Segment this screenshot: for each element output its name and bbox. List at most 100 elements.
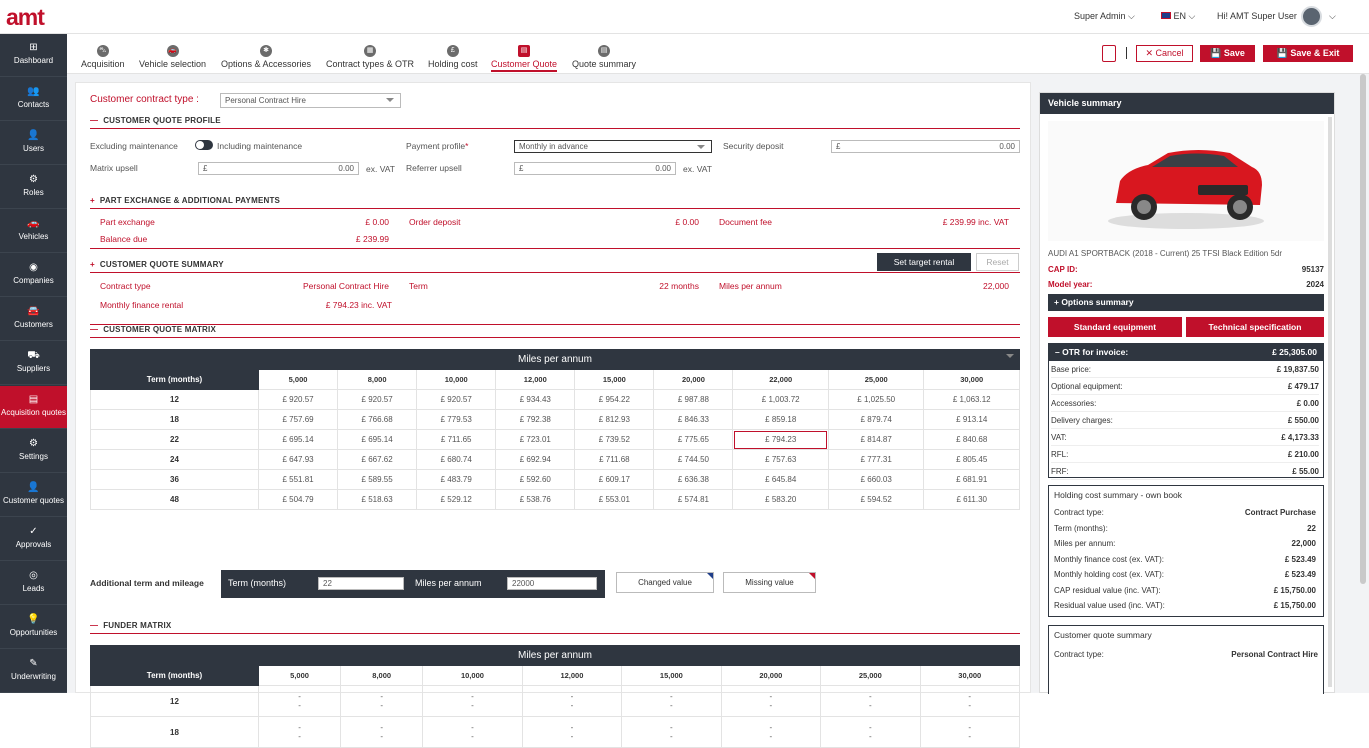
quote-cell[interactable]: £ 611.30: [923, 489, 1020, 510]
quote-cell[interactable]: £ 553.01: [574, 489, 655, 510]
quote-cell[interactable]: £ 1,003.72: [732, 389, 829, 410]
quote-cell[interactable]: £ 934.43: [495, 389, 576, 410]
technical-spec-button[interactable]: Technical specification: [1186, 317, 1324, 337]
sidebar-item-vehicles[interactable]: 🚗 Vehicles: [0, 210, 67, 253]
save-button[interactable]: 💾 Save: [1200, 45, 1255, 62]
sidebar-item-customers[interactable]: 🚘 Customers: [0, 298, 67, 341]
quote-cell[interactable]: £ 589.55: [337, 469, 418, 490]
quote-cell[interactable]: £ 859.18: [732, 409, 829, 430]
sidebar-item-suppliers[interactable]: ⛟ Suppliers: [0, 342, 67, 385]
quote-cell[interactable]: £ 840.68: [923, 429, 1020, 450]
sidebar-item-approvals[interactable]: ✓ Approvals: [0, 518, 67, 561]
sidebar-item-users[interactable]: 👤 Users: [0, 122, 67, 165]
save-exit-button[interactable]: 💾 Save & Exit: [1263, 45, 1353, 62]
quote-cell[interactable]: £ 695.14: [257, 429, 339, 450]
part-exchange-section-header[interactable]: + PART EXCHANGE & ADDITIONAL PAYMENTS: [90, 196, 1020, 209]
add-miles-input[interactable]: 22000: [507, 577, 597, 590]
quote-cell[interactable]: £ 792.38: [495, 409, 576, 430]
funder-section-header[interactable]: — FUNDER MATRIX: [90, 621, 1020, 634]
quote-cell[interactable]: £ 574.81: [653, 489, 734, 510]
reset-button[interactable]: Reset: [976, 253, 1019, 271]
quote-cell[interactable]: £ 681.91: [923, 469, 1020, 490]
quote-cell[interactable]: £ 680.74: [416, 449, 497, 470]
sidebar-item-roles[interactable]: ⚙ Roles: [0, 166, 67, 209]
tab-quote-summary[interactable]: ▤ Quote summary: [572, 45, 636, 69]
quote-cell[interactable]: £ 711.68: [574, 449, 655, 470]
quote-cell[interactable]: £ 529.12: [416, 489, 497, 510]
quote-cell[interactable]: £ 692.94: [495, 449, 576, 470]
sidebar-item-leads[interactable]: ◎ Leads: [0, 562, 67, 605]
quote-cell[interactable]: £ 757.63: [732, 449, 829, 470]
sidebar-item-settings[interactable]: ⚙ Settings: [0, 430, 67, 473]
security-deposit-input[interactable]: £0.00: [831, 140, 1020, 153]
quote-cell[interactable]: £ 583.20: [732, 489, 829, 510]
funder-cell[interactable]: --: [521, 685, 623, 717]
language-dropdown[interactable]: EN ⌵: [1161, 11, 1195, 22]
quote-cell[interactable]: £ 660.03: [827, 469, 925, 490]
funder-cell[interactable]: --: [340, 685, 424, 717]
chevron-down-icon[interactable]: ⌵: [1329, 11, 1336, 22]
quote-cell[interactable]: £ 954.22: [574, 389, 655, 410]
funder-cell[interactable]: --: [521, 716, 623, 748]
quote-cell[interactable]: £ 757.69: [257, 409, 339, 430]
sidebar-item-underwriting[interactable]: ✎ Underwriting: [0, 650, 67, 693]
page-scrollbar[interactable]: [1360, 74, 1366, 584]
quote-cell[interactable]: £ 504.79: [257, 489, 339, 510]
quote-cell[interactable]: £ 913.14: [923, 409, 1020, 430]
tab-contract-types-otr[interactable]: ▦ Contract types & OTR: [326, 45, 414, 69]
funder-cell[interactable]: --: [621, 685, 722, 717]
quote-cell[interactable]: £ 667.62: [337, 449, 418, 470]
tab-holding-cost[interactable]: £ Holding cost: [428, 45, 478, 69]
referrer-upsell-input[interactable]: £0.00: [514, 162, 676, 175]
sidebar-item-companies[interactable]: ◉ Companies: [0, 254, 67, 297]
matrix-upsell-input[interactable]: £0.00: [198, 162, 359, 175]
funder-cell[interactable]: --: [820, 716, 921, 748]
quote-cell[interactable]: £ 766.68: [337, 409, 418, 430]
sidebar-item-acquisition-quotes[interactable]: ▤ Acquisition quotes: [0, 386, 67, 429]
quote-cell[interactable]: £ 920.57: [416, 389, 497, 410]
quote-cell[interactable]: £ 779.53: [416, 409, 497, 430]
quote-cell[interactable]: £ 592.60: [495, 469, 576, 490]
sidebar-item-customer-quotes[interactable]: 👤 Customer quotes: [0, 474, 67, 517]
quote-cell[interactable]: £ 812.93: [574, 409, 655, 430]
quote-cell[interactable]: £ 879.74: [827, 409, 925, 430]
funder-cell[interactable]: --: [720, 685, 822, 717]
tab-options-accessories[interactable]: ✱ Options & Accessories: [221, 45, 311, 69]
quote-cell[interactable]: £ 483.79: [416, 469, 497, 490]
funder-cell[interactable]: --: [720, 716, 822, 748]
quote-cell[interactable]: £ 538.76: [495, 489, 576, 510]
quote-cell[interactable]: £ 1,063.12: [923, 389, 1020, 410]
quote-cell[interactable]: £ 609.17: [574, 469, 655, 490]
funder-cell[interactable]: --: [257, 716, 342, 748]
set-target-rental-button[interactable]: Set target rental: [877, 253, 971, 271]
panel-scrollbar[interactable]: [1328, 117, 1332, 687]
quote-cell[interactable]: £ 645.84: [732, 469, 829, 490]
sidebar-item-contacts[interactable]: 👥 Contacts: [0, 78, 67, 121]
quote-cell[interactable]: £ 814.87: [827, 429, 925, 450]
funder-cell[interactable]: --: [422, 716, 523, 748]
funder-cell[interactable]: --: [919, 685, 1021, 717]
sidebar-item-dashboard[interactable]: ⊞ Dashboard: [0, 34, 67, 77]
quote-cell[interactable]: £ 518.63: [337, 489, 418, 510]
avatar[interactable]: [1301, 6, 1322, 27]
cancel-button[interactable]: ✕ Cancel: [1136, 45, 1193, 62]
add-term-input[interactable]: 22: [318, 577, 404, 590]
quote-cell[interactable]: £ 594.52: [827, 489, 925, 510]
funder-cell[interactable]: --: [340, 716, 424, 748]
quote-cell[interactable]: £ 987.88: [653, 389, 734, 410]
quote-cell[interactable]: £ 777.31: [827, 449, 925, 470]
profile-section-header[interactable]: — CUSTOMER QUOTE PROFILE: [90, 116, 1020, 129]
otr-header[interactable]: – OTR for invoice: £ 25,305.00: [1049, 344, 1323, 361]
funder-cell[interactable]: --: [257, 685, 342, 717]
quote-cell[interactable]: £ 920.57: [257, 389, 339, 410]
contract-type-select[interactable]: Personal Contract Hire: [220, 93, 401, 108]
funder-cell[interactable]: --: [820, 685, 921, 717]
quote-cell[interactable]: £ 846.33: [653, 409, 734, 430]
tab-customer-quote[interactable]: ▤ Customer Quote: [491, 45, 558, 72]
quote-cell[interactable]: £ 744.50: [653, 449, 734, 470]
standard-equipment-button[interactable]: Standard equipment: [1048, 317, 1182, 337]
tab-vehicle-selection[interactable]: 🚗 Vehicle selection: [139, 45, 206, 69]
role-dropdown[interactable]: Super Admin ⌵: [1074, 11, 1135, 22]
quote-cell[interactable]: £ 647.93: [257, 449, 339, 470]
quote-cell[interactable]: £ 711.65: [416, 429, 497, 450]
